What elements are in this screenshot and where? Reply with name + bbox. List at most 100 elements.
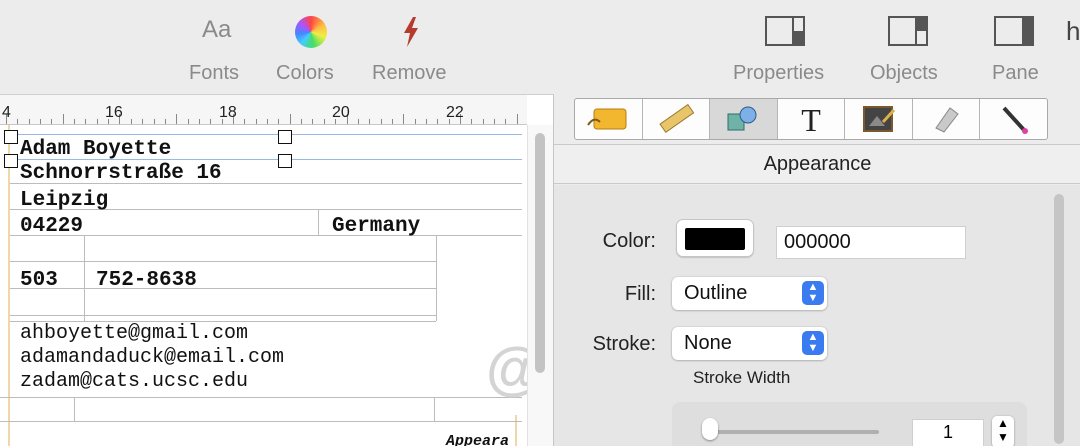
document-canvas[interactable]: 4 16 18 20 22 Adam Boyette Schnorrstraße…	[0, 94, 553, 446]
appearance-panel: Color: 000000 Fill: Outline ▲ ▼ Stroke: N…	[554, 185, 1080, 446]
magic-wand-icon	[1002, 106, 1028, 134]
email-field[interactable]: ahboyette@gmail.com	[20, 322, 248, 345]
appearance-tag-text: Appeara	[446, 433, 510, 446]
selection-handle[interactable]	[278, 130, 292, 144]
ruler-tick	[278, 119, 279, 124]
tab-document[interactable]	[575, 99, 643, 139]
inspector-scrollbar[interactable]	[1052, 194, 1066, 446]
address-card-layout: Adam Boyette Schnorrstraße 16 Leipzig 04…	[0, 125, 543, 446]
fonts-button[interactable]: Aa Fonts	[188, 10, 250, 90]
ruler-tick	[426, 119, 427, 124]
stroke-width-box: 1 ▲ ▼	[672, 402, 1027, 446]
ruler-tick	[74, 119, 75, 124]
scrollbar-thumb[interactable]	[535, 133, 545, 373]
color-wheel-icon	[295, 16, 327, 48]
field-divider	[434, 397, 435, 421]
inspector-tab-bar: T	[574, 98, 1048, 140]
tab-image[interactable]	[845, 99, 913, 139]
email-field[interactable]: zadam@cats.ucsc.edu	[20, 370, 248, 393]
field-divider	[10, 315, 436, 316]
ruler-tick	[188, 119, 189, 124]
field-divider	[10, 235, 522, 236]
email-field[interactable]: adamandaduck@email.com	[20, 346, 284, 369]
city-field[interactable]: Leipzig	[20, 189, 108, 212]
field-divider	[0, 421, 522, 422]
ruler-tick	[290, 114, 291, 124]
pane-label: Pane	[992, 62, 1039, 84]
ruler-tick	[483, 119, 484, 124]
tab-ruler[interactable]	[643, 99, 711, 139]
colors-button[interactable]: Colors	[276, 10, 346, 90]
objects-icon	[888, 16, 928, 51]
stroke-label: Stroke:	[592, 333, 656, 355]
fill-popup[interactable]: Outline ▲ ▼	[672, 277, 827, 310]
inspector-pane: T Appearance Color: 000000 Fill: Outline…	[553, 94, 1080, 446]
ruler-tick	[324, 119, 325, 124]
scrollbar-thumb[interactable]	[1054, 194, 1064, 444]
ruler-tick	[369, 119, 370, 124]
ruler-tick	[131, 119, 132, 124]
tab-eraser[interactable]	[913, 99, 981, 139]
street-field[interactable]: Schnorrstraße 16	[20, 162, 222, 185]
phone-number-field[interactable]: 752-8638	[96, 269, 197, 292]
postal-field[interactable]: 04229	[20, 215, 83, 238]
canvas-scrollbar[interactable]	[527, 125, 553, 446]
tab-wand[interactable]	[980, 99, 1047, 139]
field-divider	[318, 209, 319, 235]
selection-line	[10, 134, 522, 135]
hex-color-input[interactable]: 000000	[776, 226, 966, 259]
document-tag-icon	[587, 108, 627, 130]
lightning-icon	[400, 16, 422, 53]
objects-label: Objects	[870, 62, 938, 84]
country-field[interactable]: Germany	[332, 215, 420, 238]
fonts-icon: Aa	[202, 16, 232, 43]
properties-icon	[765, 16, 805, 51]
toolbar: Aa Fonts Colors Remove Properties Object…	[0, 0, 1080, 94]
ruler-tick	[244, 119, 245, 124]
ruler-tick	[165, 119, 166, 124]
ruler-tick	[301, 119, 302, 124]
color-well[interactable]	[676, 219, 754, 257]
ruler-tick	[85, 119, 86, 124]
horizontal-ruler: 4 16 18 20 22	[0, 95, 527, 125]
ruler-number: 16	[105, 104, 123, 121]
stroke-width-knob[interactable]	[702, 418, 718, 440]
ruler-number: 18	[219, 104, 237, 121]
selection-handle[interactable]	[4, 130, 18, 144]
remove-label: Remove	[372, 62, 447, 84]
stroke-width-stepper[interactable]: ▲ ▼	[992, 416, 1014, 446]
properties-label: Properties	[733, 62, 825, 84]
ruler-tick	[97, 119, 98, 124]
ruler-tick	[505, 119, 506, 124]
pane-button[interactable]: Pane	[990, 10, 1048, 90]
phone-area-field[interactable]: 503	[20, 269, 58, 292]
tab-text[interactable]: T	[778, 99, 846, 139]
colors-label: Colors	[276, 62, 334, 84]
stroke-width-input[interactable]: 1	[912, 419, 984, 446]
ruler-tick	[437, 119, 438, 124]
window-edge-text: h	[1066, 16, 1080, 46]
ruler-tick	[358, 119, 359, 124]
selection-handle[interactable]	[4, 154, 18, 168]
ruler-tick	[256, 119, 257, 124]
name-field[interactable]: Adam Boyette	[20, 138, 171, 161]
stroke-popup[interactable]: None ▲ ▼	[672, 327, 827, 360]
pane-icon	[994, 16, 1034, 51]
remove-button[interactable]: Remove	[370, 10, 458, 90]
stroke-width-track[interactable]	[704, 430, 879, 434]
ruler-tick	[392, 119, 393, 124]
section-title: Appearance	[554, 144, 1080, 184]
tab-shapes[interactable]	[710, 99, 778, 139]
ruler-tick	[471, 119, 472, 124]
updown-icon: ▲ ▼	[802, 281, 824, 305]
ruler-tick	[267, 119, 268, 124]
selection-handle[interactable]	[278, 154, 292, 168]
objects-button[interactable]: Objects	[868, 10, 954, 90]
ruler-tick	[517, 114, 518, 124]
ruler-tick	[142, 119, 143, 124]
properties-button[interactable]: Properties	[732, 10, 844, 90]
color-label: Color:	[602, 230, 656, 252]
field-divider	[10, 261, 436, 262]
stroke-width-title: Stroke Width	[693, 368, 791, 387]
field-divider	[436, 235, 437, 321]
